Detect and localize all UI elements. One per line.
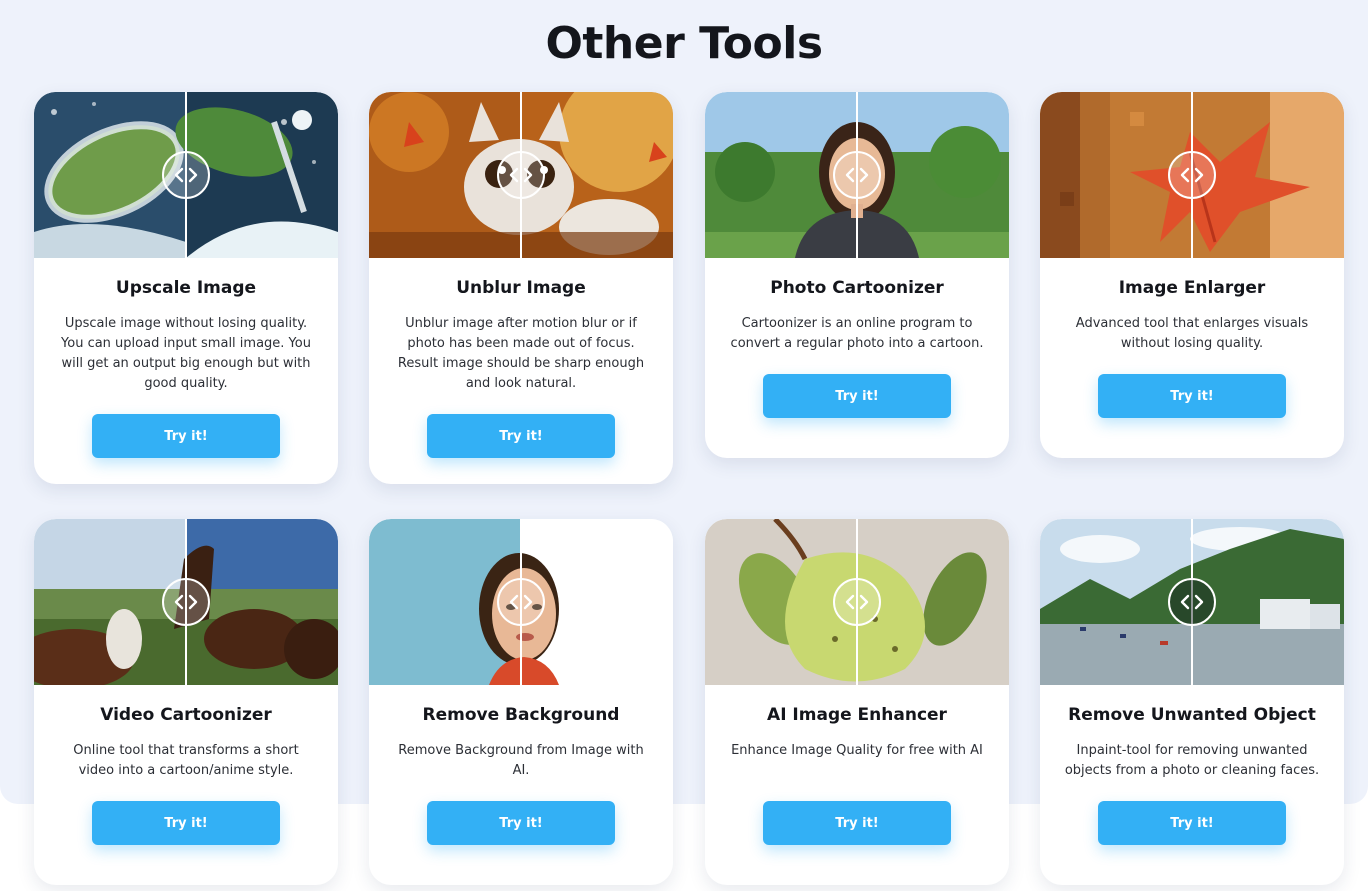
chevrons-left-right-icon — [509, 167, 533, 183]
tool-card-unblur-image: Unblur Image Unblur image after motion b… — [369, 92, 673, 484]
try-it-button[interactable]: Try it! — [92, 414, 280, 458]
tool-title: Upscale Image — [115, 278, 257, 298]
before-after-slider[interactable] — [705, 92, 1009, 258]
tool-card-video-cartoonizer: Video Cartoonizer Online tool that trans… — [34, 519, 338, 885]
try-it-button[interactable]: Try it! — [763, 374, 951, 418]
before-after-slider[interactable] — [1040, 519, 1344, 685]
tool-title: Remove Background — [422, 705, 620, 725]
before-after-slider[interactable] — [34, 92, 338, 258]
before-after-slider[interactable] — [369, 92, 673, 258]
tool-title: Photo Cartoonizer — [770, 278, 944, 298]
try-it-button[interactable]: Try it! — [427, 801, 615, 845]
tool-card-upscale-image: Upscale Image Upscale image without losi… — [34, 92, 338, 484]
compare-slider-handle[interactable] — [1168, 151, 1216, 199]
tool-card-image-enlarger: Image Enlarger Advanced tool that enlarg… — [1040, 92, 1344, 458]
chevrons-left-right-icon — [845, 167, 869, 183]
tool-card-remove-background: Remove Background Remove Background from… — [369, 519, 673, 885]
chevrons-left-right-icon — [509, 594, 533, 610]
tool-title: Remove Unwanted Object — [1068, 705, 1316, 725]
chevrons-left-right-icon — [174, 594, 198, 610]
page-title: Other Tools — [545, 18, 823, 69]
compare-slider-handle[interactable] — [497, 151, 545, 199]
tool-description: Online tool that transforms a short vide… — [73, 743, 299, 778]
tool-card-ai-image-enhancer: AI Image Enhancer Enhance Image Quality … — [705, 519, 1009, 885]
chevrons-left-right-icon — [1180, 594, 1204, 610]
compare-slider-handle[interactable] — [833, 578, 881, 626]
compare-slider-handle[interactable] — [833, 151, 881, 199]
chevrons-left-right-icon — [1180, 167, 1204, 183]
tool-title: Video Cartoonizer — [100, 705, 272, 725]
compare-slider-handle[interactable] — [162, 151, 210, 199]
tool-description: Upscale image without losing quality. Yo… — [61, 316, 311, 391]
tool-description: Remove Background from Image with AI. — [398, 743, 644, 778]
tool-card-remove-unwanted-object: Remove Unwanted Object Inpaint-tool for … — [1040, 519, 1344, 885]
tool-description: Unblur image after motion blur or if pho… — [397, 316, 645, 391]
try-it-button[interactable]: Try it! — [1098, 374, 1286, 418]
chevrons-left-right-icon — [174, 167, 198, 183]
chevrons-left-right-icon — [845, 594, 869, 610]
compare-slider-handle[interactable] — [1168, 578, 1216, 626]
tool-title: AI Image Enhancer — [767, 705, 947, 725]
tool-title: Unblur Image — [456, 278, 586, 298]
try-it-button[interactable]: Try it! — [92, 801, 280, 845]
tool-description: Cartoonizer is an online program to conv… — [730, 316, 984, 351]
before-after-slider[interactable] — [34, 519, 338, 685]
tool-title: Image Enlarger — [1118, 278, 1266, 298]
compare-slider-handle[interactable] — [162, 578, 210, 626]
tool-description: Inpaint-tool for removing unwanted objec… — [1064, 743, 1320, 778]
before-after-slider[interactable] — [1040, 92, 1344, 258]
before-after-slider[interactable] — [369, 519, 673, 685]
compare-slider-handle[interactable] — [497, 578, 545, 626]
try-it-button[interactable]: Try it! — [427, 414, 615, 458]
tool-description: Enhance Image Quality for free with AI — [731, 743, 983, 758]
try-it-button[interactable]: Try it! — [1098, 801, 1286, 845]
try-it-button[interactable]: Try it! — [763, 801, 951, 845]
tool-description: Advanced tool that enlarges visuals with… — [1075, 316, 1309, 351]
before-after-slider[interactable] — [705, 519, 1009, 685]
tool-card-photo-cartoonizer: Photo Cartoonizer Cartoonizer is an onli… — [705, 92, 1009, 458]
